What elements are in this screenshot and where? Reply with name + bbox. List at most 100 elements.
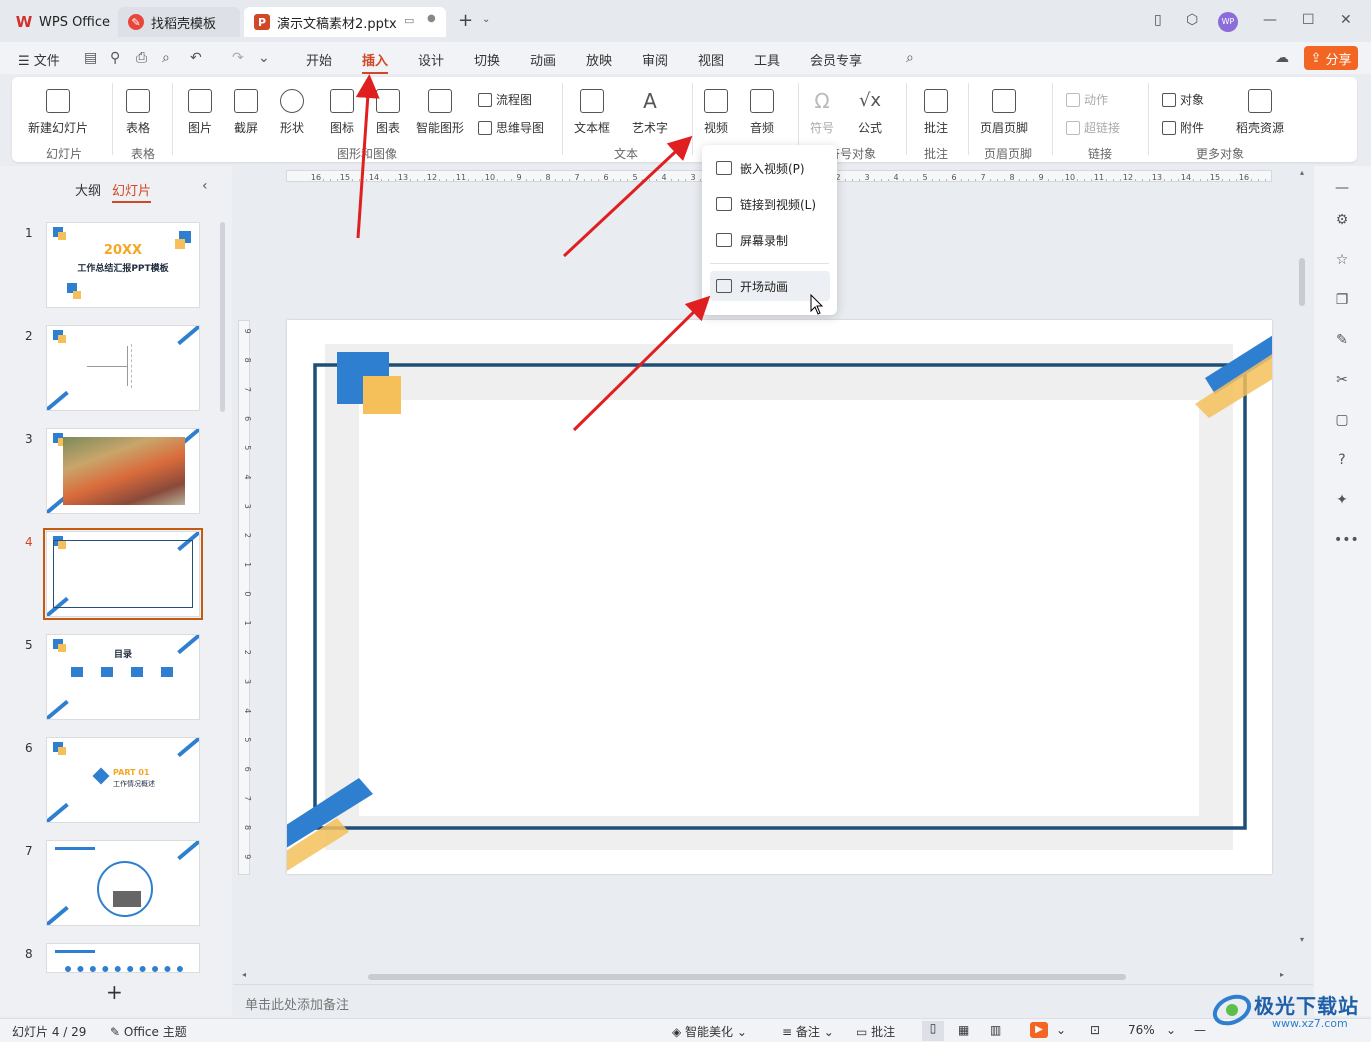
normal-view-icon[interactable]: ▯	[922, 1021, 944, 1041]
symbol-button[interactable]: Ω 符号	[810, 89, 834, 136]
book-icon[interactable]: ▢	[1334, 412, 1350, 428]
chevron-down-icon[interactable]: ⌄	[1056, 1023, 1066, 1037]
save-icon[interactable]: ▤	[84, 50, 97, 66]
zoom-out-icon[interactable]: —	[1194, 1023, 1206, 1037]
wordart-button[interactable]: A 艺术字	[632, 89, 668, 136]
picture-button[interactable]: 图片	[188, 89, 212, 136]
slide-thumbnail-6[interactable]: PART 01 工作情况概述	[46, 737, 200, 823]
minimize-icon[interactable]: —	[1263, 12, 1277, 28]
textbox-button[interactable]: 文本框	[574, 89, 610, 136]
chevron-down-icon[interactable]: ⌄	[258, 50, 270, 66]
embed-video-item[interactable]: 嵌入视频(P)	[710, 153, 830, 183]
slide-thumbnail-1[interactable]: 20XX 工作总结汇报PPT模板	[46, 222, 200, 308]
cloud-icon[interactable]: ☁	[1275, 50, 1289, 66]
menu-animations[interactable]: 动画	[530, 50, 556, 69]
smart-beautify-button[interactable]: ◈ 智能美化 ⌄	[672, 1023, 747, 1040]
menu-insert[interactable]: 插入	[362, 50, 389, 74]
screenshot-button[interactable]: 截屏	[234, 89, 258, 136]
header-footer-button[interactable]: 页眉页脚	[980, 89, 1028, 136]
chevron-down-icon[interactable]: ⌄	[1166, 1023, 1176, 1037]
chart-button[interactable]: 图表	[376, 89, 400, 136]
menu-design[interactable]: 设计	[418, 50, 444, 69]
menu-membership[interactable]: 会员专享	[810, 50, 862, 69]
monitor-icon[interactable]: ▭	[404, 14, 414, 27]
search-icon[interactable]: ⌕	[906, 50, 914, 66]
cube-icon[interactable]: ⬡	[1186, 12, 1198, 28]
grid-view-icon[interactable]: ▦	[958, 1023, 969, 1037]
horizontal-scrollbar[interactable]	[368, 974, 1126, 980]
play-slideshow-icon[interactable]: ▶	[1030, 1022, 1048, 1038]
slide-thumbnail-2[interactable]	[46, 325, 200, 411]
formula-button[interactable]: √x 公式	[858, 89, 882, 136]
slide-thumbnail-7[interactable]	[46, 840, 200, 926]
menu-view[interactable]: 视图	[698, 50, 724, 69]
scroll-right-icon[interactable]: ▸	[1280, 970, 1284, 979]
copy-icon[interactable]: ❐	[1334, 292, 1350, 308]
video-button[interactable]: 视频	[697, 83, 743, 136]
chevron-down-icon[interactable]: ⌄	[482, 14, 490, 25]
menu-tools[interactable]: 工具	[754, 50, 780, 69]
share-link-icon[interactable]: ⚲	[110, 50, 120, 66]
scroll-up-icon[interactable]: ▴	[1300, 168, 1304, 177]
slide-thumbnail-3[interactable]	[46, 428, 200, 514]
close-icon[interactable]: ✕	[1340, 12, 1352, 28]
icon-button[interactable]: 图标	[330, 89, 354, 136]
tab-presentation[interactable]: P 演示文稿素材2.pptx ▭ ●	[244, 7, 446, 37]
maximize-icon[interactable]: ☐	[1302, 12, 1315, 28]
comment-button[interactable]: 批注	[924, 89, 948, 136]
panel-scrollbar[interactable]	[220, 222, 225, 412]
hyperlink-button[interactable]: 超链接	[1066, 119, 1120, 136]
audio-button[interactable]: 音频	[750, 89, 774, 136]
add-slide-icon[interactable]: +	[106, 980, 123, 1004]
print-preview-icon[interactable]: ⌕	[162, 50, 170, 66]
new-tab-icon[interactable]: +	[458, 10, 473, 31]
more-icon[interactable]: •••	[1334, 532, 1359, 548]
slide-canvas[interactable]	[263, 320, 1297, 886]
tab-slides[interactable]: 幻灯片	[112, 180, 152, 203]
shape-button[interactable]: 形状	[280, 89, 304, 136]
mindmap-button[interactable]: 思维导图	[478, 119, 544, 136]
slide-thumbnail-5[interactable]: 目录	[46, 634, 200, 720]
collapse-panel-icon[interactable]: ‹	[202, 178, 208, 194]
vertical-scrollbar[interactable]	[1299, 258, 1305, 306]
menu-home[interactable]: 开始	[306, 50, 332, 69]
notes-area[interactable]: 单击此处添加备注	[233, 984, 1313, 1018]
share-button[interactable]: ⇪ 分享	[1304, 46, 1358, 70]
layout-icon[interactable]: ▯	[1154, 12, 1162, 28]
reading-view-icon[interactable]: ▥	[990, 1023, 1001, 1037]
brush-icon[interactable]: ✎	[1334, 332, 1350, 348]
theme-button[interactable]: ✎ Office 主题	[110, 1023, 187, 1040]
slide-thumbnail-8[interactable]	[46, 943, 200, 973]
tab-outline[interactable]: 大纲	[75, 180, 101, 199]
new-slide-button[interactable]: 新建幻灯片	[28, 89, 88, 136]
action-button[interactable]: 动作	[1066, 91, 1108, 108]
print-icon[interactable]: ⎙	[136, 50, 147, 66]
menu-slideshow[interactable]: 放映	[586, 50, 612, 69]
tab-wps-office[interactable]: W WPS Office	[6, 7, 114, 37]
menu-review[interactable]: 审阅	[642, 50, 668, 69]
star-icon[interactable]: ☆	[1334, 252, 1350, 268]
collapse-icon[interactable]: —	[1334, 180, 1350, 196]
tab-docer-templates[interactable]: ✎ 找稻壳模板	[118, 7, 240, 37]
avatar[interactable]: WP	[1218, 12, 1238, 32]
undo-icon[interactable]: ↶	[190, 50, 202, 66]
unsaved-dot-icon[interactable]: ●	[427, 13, 436, 24]
help-icon[interactable]: ?	[1334, 452, 1350, 468]
menu-file[interactable]: ☰ 文件	[18, 50, 60, 69]
attachment-button[interactable]: 附件	[1162, 119, 1204, 136]
slide-thumbnail-4[interactable]	[43, 528, 203, 620]
properties-icon[interactable]: ⚙	[1334, 212, 1350, 228]
notes-toggle-button[interactable]: ≡ 备注 ⌄	[782, 1023, 834, 1040]
scroll-left-icon[interactable]: ◂	[242, 970, 246, 979]
redo-icon[interactable]: ↷	[232, 50, 244, 66]
link-video-item[interactable]: 链接到视频(L)	[710, 189, 830, 219]
zoom-level[interactable]: 76%	[1128, 1023, 1155, 1037]
table-button[interactable]: 表格	[126, 89, 150, 136]
object-button[interactable]: 对象	[1162, 91, 1204, 108]
menu-transitions[interactable]: 切换	[474, 50, 500, 69]
scroll-down-icon[interactable]: ▾	[1300, 935, 1304, 944]
docer-resources-button[interactable]: 稻壳资源	[1236, 89, 1284, 136]
smart-graphic-button[interactable]: 智能图形	[416, 89, 464, 136]
tools-icon[interactable]: ✂	[1334, 372, 1350, 388]
flowchart-button[interactable]: 流程图	[478, 91, 532, 108]
